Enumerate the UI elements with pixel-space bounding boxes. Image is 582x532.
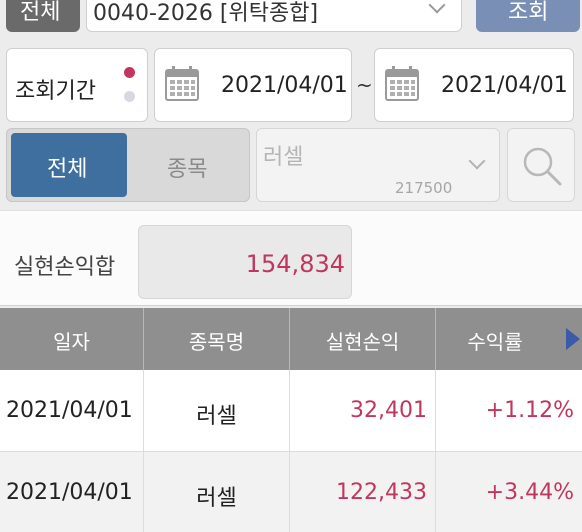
cell-realized-pnl: 32,401 — [290, 370, 436, 452]
cell-stock-name: 러셀 — [144, 370, 290, 452]
cell-stock-name: 러셀 — [144, 452, 290, 532]
scope-all-button[interactable]: 전체 — [11, 133, 127, 197]
scope-segmented-control: 전체 종목 — [6, 128, 250, 202]
table-header: 일자 종목명 실현손익 수익률 — [0, 308, 582, 370]
table-row[interactable]: 2021/04/01 러셀 122,433 +3.44% — [0, 452, 582, 532]
period-indicator-inactive — [124, 91, 135, 102]
end-date-field[interactable]: 2021/04/01 — [374, 48, 574, 122]
cell-return-rate: +3.44% — [485, 480, 574, 505]
realized-pnl-sum-box: 154,834 — [138, 225, 352, 299]
inquiry-button[interactable]: 조회 — [476, 0, 580, 32]
start-date-field[interactable]: 2021/04/01 — [154, 48, 352, 122]
end-date-value: 2021/04/01 — [441, 73, 568, 98]
cell-return-rate: +1.12% — [485, 398, 574, 423]
column-header-date[interactable]: 일자 — [0, 308, 144, 370]
table-row[interactable]: 2021/04/01 러셀 32,401 +1.12% — [0, 370, 582, 452]
scope-stock-label: 종목 — [167, 157, 208, 182]
calendar-icon — [385, 66, 419, 101]
top-left-button-label: 전체 — [20, 0, 61, 25]
top-left-button[interactable]: 전체 — [6, 0, 80, 32]
top-bar: 전체 0040-2026 [위탁종합] 조회 — [0, 0, 582, 40]
cell-realized-pnl: 122,433 — [290, 452, 436, 532]
calendar-icon — [165, 66, 199, 101]
period-indicator-active — [124, 67, 135, 78]
chevron-down-icon — [428, 0, 446, 14]
column-header-return-rate[interactable]: 수익률 — [436, 308, 582, 370]
stock-code: 217500 — [395, 179, 453, 197]
inquiry-button-label: 조회 — [508, 0, 549, 25]
column-header-realized-pnl[interactable]: 실현손익 — [290, 308, 436, 370]
cell-date: 2021/04/01 — [0, 370, 144, 452]
account-select[interactable]: 0040-2026 [위탁종합] — [86, 0, 462, 32]
account-text: 0040-2026 [위탁종합] — [93, 1, 319, 26]
period-label: 조회기간 — [15, 79, 96, 104]
start-date-value: 2021/04/01 — [221, 73, 348, 98]
stock-name: 러셀 — [263, 145, 304, 170]
scope-all-label: 전체 — [47, 157, 88, 182]
summary-section: 실현손익합 154,834 — [0, 210, 582, 306]
cell-date: 2021/04/01 — [0, 452, 144, 532]
stock-select[interactable]: 러셀 217500 — [256, 128, 500, 202]
realized-pnl-sum-value: 154,834 — [245, 250, 345, 278]
date-range-separator: ~ — [356, 73, 373, 97]
stock-search-button[interactable] — [507, 128, 575, 202]
search-icon — [523, 147, 562, 186]
realized-pnl-sum-label: 실현손익합 — [14, 255, 116, 280]
period-toggle[interactable]: 조회기간 — [6, 48, 148, 122]
column-header-stock-name[interactable]: 종목명 — [144, 308, 290, 370]
scroll-right-arrow-icon[interactable] — [566, 328, 580, 350]
scope-stock-button[interactable]: 종목 — [131, 133, 247, 197]
chevron-down-icon — [468, 152, 486, 170]
